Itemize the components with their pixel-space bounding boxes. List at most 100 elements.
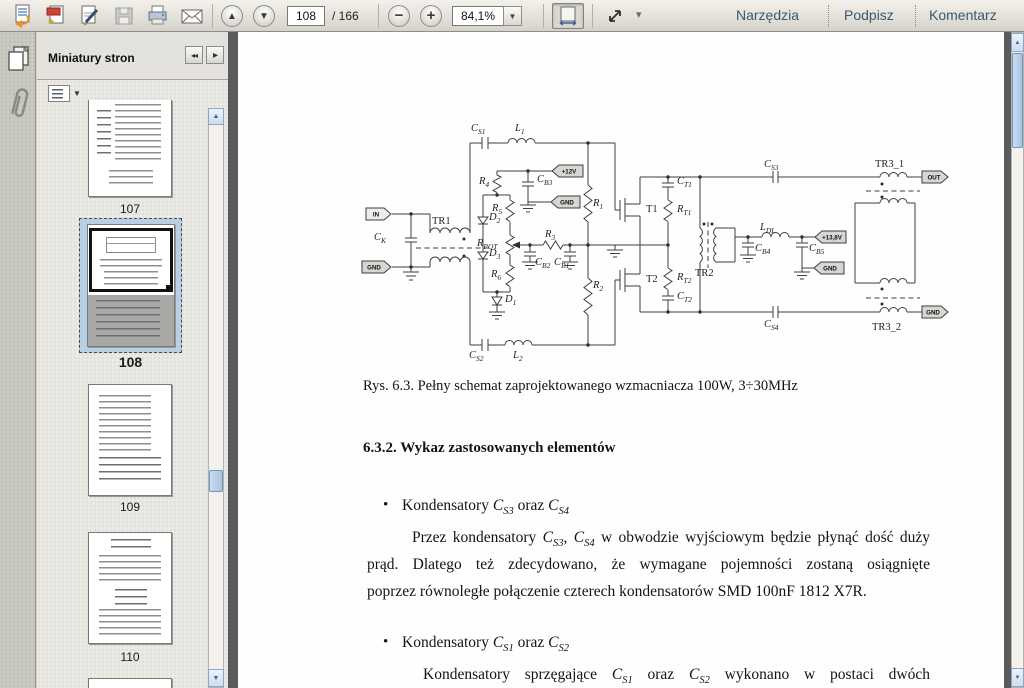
main-toolbar: ▲ ▼ 108 / 166 − + 84,1% ▼: [0, 0, 1024, 32]
panel-scrollbar-thumb[interactable]: [209, 470, 223, 492]
component-label-cs1: CS1: [471, 123, 486, 134]
next-page-button[interactable]: ▼: [253, 5, 275, 27]
toolbar-dotted-separator: [915, 5, 916, 27]
down-arrow-icon: ▼: [259, 11, 269, 22]
flag-label-out: OUT: [927, 174, 940, 181]
expand-arrows-icon: [606, 7, 624, 25]
print-button[interactable]: [144, 3, 172, 29]
component-label-cb1: CB1: [554, 257, 569, 268]
plus-icon: +: [427, 7, 436, 24]
pdf-page: IN GND +12V GND +13,8V GND OUT GND CK TR…: [238, 32, 1004, 688]
sign-document-button[interactable]: [76, 3, 104, 29]
flag-label-12v: +12V: [562, 168, 577, 175]
thumbnail-offscreen-area: [88, 295, 174, 346]
document-scroll-down-button[interactable]: ▼: [1011, 668, 1024, 687]
toolbar-separator: [212, 4, 213, 28]
component-label-t1: T1: [646, 204, 658, 215]
thumbnail-content: [96, 300, 160, 340]
flag-label-138v: +13,8V: [822, 234, 843, 241]
thumbnail-label-109: 109: [88, 500, 172, 514]
zoom-in-button[interactable]: +: [420, 5, 442, 27]
right-arrow-icon: ▸: [213, 50, 217, 61]
attachments-panel-button[interactable]: [8, 84, 30, 122]
page-thumbnails-icon: [5, 44, 33, 74]
toolbar-dotted-separator: [828, 5, 829, 27]
options-list-icon: [52, 89, 63, 99]
component-label-cb4: CB4: [755, 243, 770, 254]
create-pdf-button[interactable]: [42, 3, 70, 29]
previous-page-button[interactable]: ▲: [221, 5, 243, 27]
figure-caption: Rys. 6.3. Pełny schemat zaprojektowanego…: [363, 378, 798, 395]
component-label-d2: D2: [489, 212, 500, 223]
overflow-chevron-icon: ▾: [636, 9, 642, 21]
fit-width-button[interactable]: [552, 3, 584, 29]
panel-scrollbar[interactable]: [208, 108, 224, 688]
scroll-up-icon: ▲: [213, 113, 220, 120]
component-label-r2: R2: [593, 280, 603, 291]
viewport-indicator[interactable]: [89, 228, 173, 292]
comment-menu-link[interactable]: Komentarz: [929, 7, 997, 23]
panel-forward-button[interactable]: ▸: [206, 46, 224, 64]
reading-mode-button[interactable]: [600, 3, 630, 29]
thumbnail-content: [109, 170, 153, 188]
bullet-glyph: •: [383, 497, 388, 514]
collapse-panel-button[interactable]: ◂◂: [185, 46, 203, 64]
viewport-resize-handle[interactable]: [166, 285, 173, 292]
save-button[interactable]: [110, 3, 138, 29]
panel-title: Miniatury stron: [48, 51, 135, 65]
thumbnail-label-108: 108: [79, 354, 182, 370]
sign-pencil-icon: [78, 3, 102, 29]
circuit-schematic: IN GND +12V GND +13,8V GND OUT GND CK TR…: [358, 112, 958, 364]
component-label-cs4: CS4: [764, 319, 779, 330]
thumbnail-content: [115, 589, 147, 605]
zoom-level-input[interactable]: 84,1%: [452, 6, 504, 26]
email-envelope-icon: [180, 6, 204, 26]
thumbnail-page-111[interactable]: [88, 678, 172, 688]
page-thumbnails-panel-button[interactable]: [5, 44, 33, 74]
thumbnail-content: [111, 539, 151, 551]
component-label-ct1: CT1: [677, 176, 692, 187]
thumbnail-page-108[interactable]: [87, 224, 175, 347]
component-label-l1: L1: [515, 123, 525, 134]
component-label-r3: R3: [545, 229, 555, 240]
email-button[interactable]: [178, 3, 206, 29]
tools-menu-link[interactable]: Narzędzia: [736, 7, 799, 23]
component-label-t2: T2: [646, 274, 658, 285]
open-button[interactable]: [8, 3, 36, 29]
paragraph-line: poprzez równoległe połączenie czterech k…: [367, 583, 867, 601]
component-label-rt2: RT2: [677, 272, 691, 283]
thumbnail-selection-108[interactable]: [79, 218, 182, 353]
toolbar-overflow-button[interactable]: ▾: [636, 8, 642, 21]
panel-scroll-up-button[interactable]: ▲: [208, 108, 224, 125]
component-label-cb5: CB5: [809, 243, 824, 254]
thumbnail-page-109[interactable]: [88, 384, 172, 496]
scroll-down-icon: ▼: [213, 675, 220, 682]
component-label-r1: R1: [593, 198, 603, 209]
panel-scroll-down-button[interactable]: ▼: [208, 669, 224, 687]
paperclip-icon: [8, 84, 30, 122]
component-label-rt1: RT1: [677, 204, 691, 215]
toolbar-separator: [592, 4, 593, 28]
flag-label-gnd: GND: [823, 265, 837, 272]
page-number-input[interactable]: 108: [287, 6, 325, 26]
flag-label-gnd: GND: [926, 309, 940, 316]
paragraph-line: Przez kondensatory CS3, CS4 w obwodzie w…: [412, 529, 930, 547]
zoom-out-button[interactable]: −: [388, 5, 410, 27]
component-label-l2: L2: [513, 350, 523, 361]
document-scrollbar-thumb[interactable]: [1012, 53, 1023, 148]
thumbnail-page-110[interactable]: [88, 532, 172, 644]
zoom-dropdown-button[interactable]: ▼: [503, 6, 522, 26]
sign-menu-link[interactable]: Podpisz: [844, 7, 894, 23]
component-label-cb2: CB2: [535, 257, 550, 268]
thumbnails-panel-header: Miniatury stron ◂◂ ▸: [37, 32, 228, 80]
double-left-arrow-icon: ◂◂: [191, 51, 197, 60]
minus-icon: −: [395, 7, 404, 24]
panel-options-button[interactable]: [48, 85, 70, 102]
thumbnail-content: [104, 271, 158, 287]
document-scroll-up-button[interactable]: ▲: [1011, 33, 1024, 52]
component-label-ldl: LDL: [760, 222, 775, 233]
open-icon: [10, 3, 34, 29]
thumbnail-content: [99, 395, 151, 453]
dropdown-arrow-icon: ▼: [509, 12, 517, 21]
thumbnail-page-107[interactable]: [88, 100, 172, 197]
